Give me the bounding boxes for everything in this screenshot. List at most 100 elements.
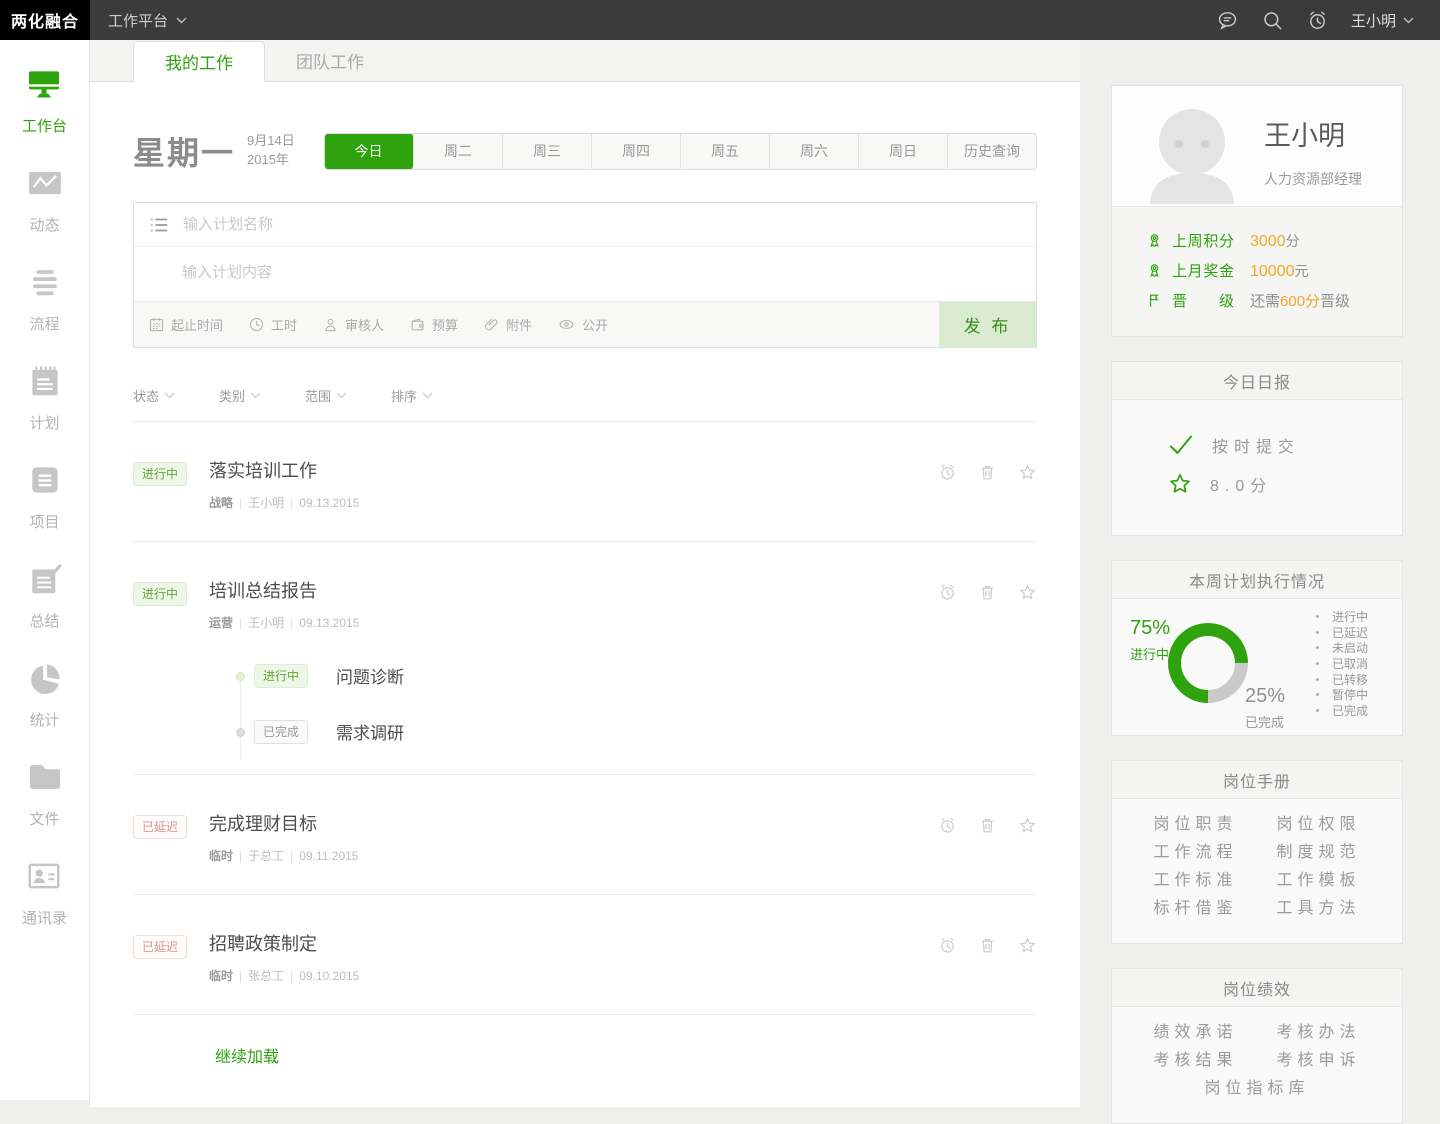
- app-switcher[interactable]: 工作平台: [108, 0, 187, 40]
- timeline-dot: [236, 672, 245, 681]
- remind-icon[interactable]: [938, 463, 957, 482]
- project-icon: [26, 461, 64, 499]
- publish-button[interactable]: 发 布: [939, 302, 1036, 348]
- filter-bar: 状态 类别 范围 排序: [133, 386, 1037, 422]
- sidebar-item-label: 流程: [29, 313, 59, 334]
- handbook-link[interactable]: 岗位职责: [1153, 811, 1237, 839]
- handbook-link[interactable]: 工作标准: [1153, 867, 1237, 895]
- subtask-title[interactable]: 需求调研: [336, 719, 404, 744]
- legend-bullet: [1316, 615, 1319, 618]
- task-title[interactable]: 落实培训工作: [209, 462, 359, 480]
- search-icon[interactable]: [1261, 9, 1284, 32]
- trash-icon[interactable]: [978, 936, 997, 955]
- legend-bullet: [1316, 709, 1319, 712]
- message-icon[interactable]: [1216, 9, 1239, 32]
- status-badge: 进行中: [133, 462, 187, 486]
- tab-my-work[interactable]: 我的工作: [133, 41, 265, 82]
- attachment-tool[interactable]: 附件: [483, 315, 532, 334]
- day-button-tue[interactable]: 周二: [413, 134, 502, 169]
- composer-toolbar: 起止时间 工时 审核人 预算: [134, 301, 1036, 347]
- plan-name-input[interactable]: [183, 216, 1022, 233]
- performance-link[interactable]: 考核结果: [1153, 1047, 1237, 1075]
- trash-icon[interactable]: [978, 816, 997, 835]
- filter-status[interactable]: 状态: [133, 386, 175, 405]
- user-menu[interactable]: 王小明: [1351, 10, 1414, 31]
- task-meta: 战略|王小明|09.13.2015: [209, 494, 359, 511]
- budget-tool[interactable]: 预算: [409, 315, 458, 334]
- sidebar-item-summary[interactable]: 总结: [25, 559, 65, 631]
- legend-bullet: [1316, 678, 1319, 681]
- performance-link[interactable]: 考核申诉: [1276, 1047, 1360, 1075]
- status-badge: 已延迟: [133, 815, 187, 839]
- remind-icon[interactable]: [938, 583, 957, 602]
- sidebar-item-label: 计划: [29, 412, 59, 433]
- remind-icon[interactable]: [938, 816, 957, 835]
- subtask-row: 进行中 问题诊断: [236, 663, 1037, 688]
- star-icon[interactable]: [1018, 583, 1037, 602]
- stat-row-weekly-points: 上周积分 3000分: [1146, 230, 1402, 251]
- status-badge: 已完成: [254, 720, 308, 744]
- sidebar-item-statistics[interactable]: 统计: [25, 658, 65, 730]
- sidebar-item-label: 项目: [29, 511, 59, 532]
- handbook-link[interactable]: 工作模板: [1276, 867, 1360, 895]
- day-button-fri[interactable]: 周五: [680, 134, 769, 169]
- sidebar-item-workbench[interactable]: 工作台: [22, 64, 67, 136]
- date-header: 星期一 9月14日 2015年 今日 周二 周三 周四 周五 周六 周日 历史查…: [133, 128, 1037, 174]
- task-row: 已延迟 招聘政策制定 临时|张总工|09.10.2015: [133, 895, 1037, 1015]
- performance-link[interactable]: 岗位指标库: [1204, 1075, 1309, 1103]
- trash-icon[interactable]: [978, 463, 997, 482]
- remind-icon[interactable]: [938, 936, 957, 955]
- sidebar-item-contacts[interactable]: 通讯录: [22, 856, 67, 928]
- date-range-tool[interactable]: 起止时间: [148, 315, 223, 334]
- task-actions: [938, 463, 1037, 482]
- handbook-link[interactable]: 岗位权限: [1276, 811, 1360, 839]
- day-button-today[interactable]: 今日: [324, 133, 413, 170]
- handbook-link[interactable]: 标杆借鉴: [1153, 895, 1237, 923]
- performance-link[interactable]: 考核办法: [1276, 1019, 1360, 1047]
- load-more-link[interactable]: 继续加载: [215, 1049, 279, 1066]
- reviewer-tool[interactable]: 审核人: [322, 315, 384, 334]
- tab-team-work[interactable]: 团队工作: [265, 40, 395, 81]
- legend-bullet: [1316, 631, 1319, 634]
- day-button-sun[interactable]: 周日: [858, 134, 947, 169]
- star-icon[interactable]: [1018, 463, 1037, 482]
- filter-sort[interactable]: 排序: [391, 386, 433, 405]
- sidebar-item-workflow[interactable]: 流程: [25, 262, 65, 334]
- task-title[interactable]: 完成理财目标: [209, 815, 358, 833]
- legend-bullet: [1316, 693, 1319, 696]
- profile-top: 王小明 人力资源部经理: [1112, 86, 1402, 206]
- day-button-wed[interactable]: 周三: [502, 134, 591, 169]
- performance-link[interactable]: 绩效承诺: [1153, 1019, 1237, 1047]
- trash-icon[interactable]: [978, 583, 997, 602]
- topbar: 两化融合 工作平台 王小明: [0, 0, 1440, 40]
- public-tool[interactable]: 公开: [557, 315, 608, 334]
- main-column: 我的工作 团队工作 星期一 9月14日 2015年 今日 周二 周三 周四 周五…: [90, 40, 1080, 1100]
- filter-category[interactable]: 类别: [219, 386, 261, 405]
- filter-scope[interactable]: 范围: [305, 386, 347, 405]
- star-icon[interactable]: [1018, 816, 1037, 835]
- handbook-link[interactable]: 制度规范: [1276, 839, 1360, 867]
- task-title[interactable]: 招聘政策制定: [209, 935, 359, 953]
- handbook-link[interactable]: 工作流程: [1153, 839, 1237, 867]
- medal-icon: [1146, 232, 1163, 249]
- alarm-icon[interactable]: [1306, 9, 1329, 32]
- legend-bullet: [1316, 646, 1319, 649]
- work-hours-tool[interactable]: 工时: [248, 315, 297, 334]
- work-tabs: 我的工作 团队工作: [90, 40, 1080, 82]
- day-button-sat[interactable]: 周六: [769, 134, 858, 169]
- day-button-thu[interactable]: 周四: [591, 134, 680, 169]
- history-query-button[interactable]: 历史查询: [947, 134, 1036, 169]
- handbook-link[interactable]: 工具方法: [1276, 895, 1360, 923]
- chevron-down-icon: [176, 17, 187, 24]
- star-icon[interactable]: [1018, 936, 1037, 955]
- subtask-title[interactable]: 问题诊断: [336, 663, 404, 688]
- sidebar-item-project[interactable]: 项目: [25, 460, 65, 532]
- task-title[interactable]: 培训总结报告: [209, 582, 359, 600]
- sidebar-item-activity[interactable]: 动态: [25, 163, 65, 235]
- calendar-icon: [148, 316, 165, 333]
- sidebar-item-files[interactable]: 文件: [25, 757, 65, 829]
- plan-content-input[interactable]: [134, 247, 1036, 301]
- main-panel: 星期一 9月14日 2015年 今日 周二 周三 周四 周五 周六 周日 历史查…: [90, 82, 1080, 1107]
- profile-name: 王小明: [1264, 114, 1362, 153]
- sidebar-item-plan[interactable]: 计划: [25, 361, 65, 433]
